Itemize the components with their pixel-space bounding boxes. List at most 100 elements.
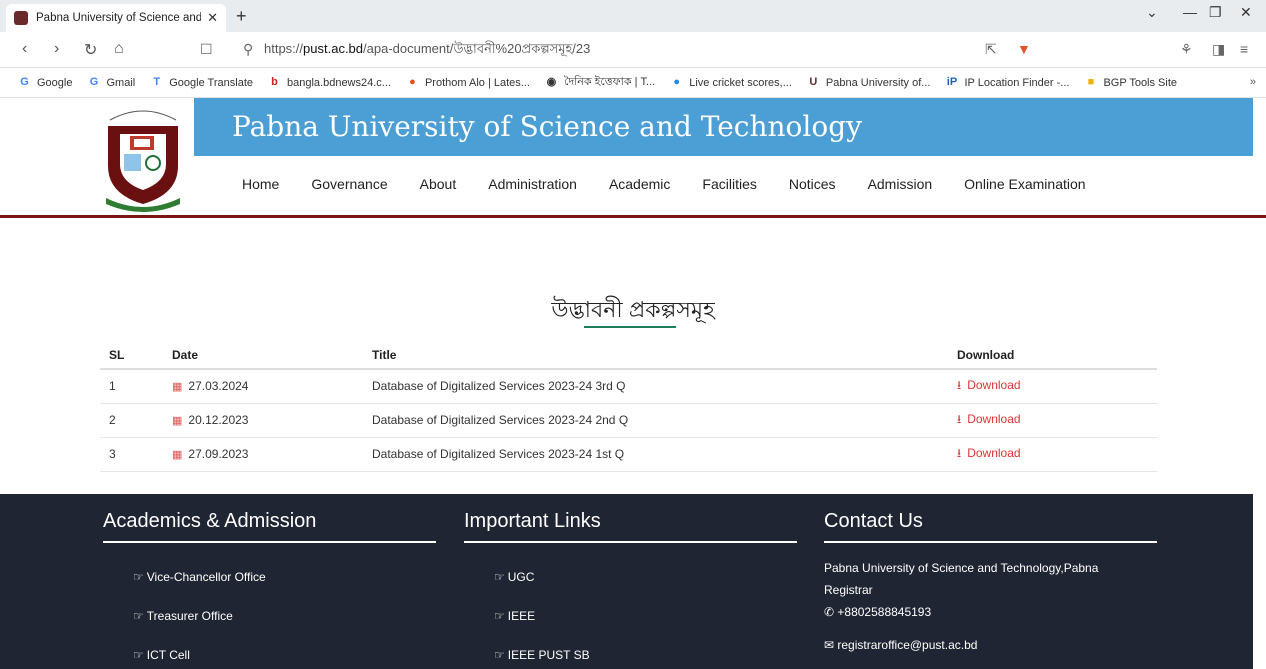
envelope-icon: ✉ — [824, 638, 838, 652]
bookmark-label: IP Location Finder -... — [964, 76, 1070, 89]
close-tab-icon[interactable]: ✕ — [207, 10, 218, 26]
table-header-row: SL Date Title Download — [100, 341, 1157, 370]
footer-contact: Contact Us — [824, 510, 1157, 543]
contact-phone[interactable]: ✆ +8802588845193 — [824, 605, 931, 619]
footer-link[interactable]: ☞ Treasurer Office — [133, 609, 233, 623]
close-window-icon[interactable]: ✕ — [1240, 4, 1252, 21]
bookmark-icon: iP — [946, 76, 958, 88]
bookmark-icon: ■ — [1087, 76, 1095, 88]
row-download: ⭳ Download — [948, 437, 1157, 472]
footer-link-label: UGC — [507, 570, 535, 584]
hand-pointer-icon: ☞ — [494, 609, 505, 623]
page-heading: উদ্ভাবনী প্রকল্পসমূহ — [551, 297, 715, 322]
nav-item[interactable]: Notices — [789, 176, 836, 192]
brave-shields-icon[interactable]: ▼ — [1017, 41, 1031, 57]
row-date: ▦ 20.12.2023 — [163, 403, 363, 438]
footer-heading-academics: Academics & Admission — [103, 510, 436, 543]
footer-heading-contact: Contact Us — [824, 510, 1157, 543]
forward-icon[interactable]: › — [54, 40, 59, 58]
footer-link[interactable]: ☞ UGC — [494, 570, 534, 584]
contact-email[interactable]: ✉ registraroffice@pust.ac.bd — [824, 638, 977, 652]
footer-link[interactable]: ☞ IEEE PUST SB — [494, 648, 590, 662]
url-prefix: https:// — [264, 41, 304, 56]
nav-item[interactable]: Governance — [311, 176, 387, 192]
footer-link-label: IEEE PUST SB — [507, 648, 590, 662]
row-title: Database of Digitalized Services 2023-24… — [363, 403, 948, 438]
nav-item[interactable]: About — [420, 176, 457, 192]
minimize-icon[interactable]: — — [1183, 4, 1197, 20]
bookmark-item[interactable]: b bangla.bdnews24.c... — [268, 76, 391, 89]
download-label: Download — [967, 445, 1021, 460]
site-header: Pabna University of Science and Technolo… — [0, 98, 1266, 218]
footer-academics: Academics & Admission — [103, 510, 436, 543]
address-bar-row: ‹ › ↻ ⌂ ☐ ⚲ https://pust.ac.bd/apa-docum… — [0, 32, 1266, 68]
bookmark-icon: U — [809, 76, 818, 88]
nav-item[interactable]: Admission — [868, 176, 933, 192]
nav-item[interactable]: Home — [242, 176, 279, 192]
nav-item[interactable]: Facilities — [702, 176, 756, 192]
download-link[interactable]: ⭳ Download — [957, 412, 1021, 426]
download-link[interactable]: ⭳ Download — [957, 378, 1021, 392]
share-icon[interactable]: ⇱ — [985, 41, 997, 58]
reload-icon[interactable]: ↻ — [84, 40, 97, 60]
download-link[interactable]: ⭳ Download — [957, 446, 1021, 460]
bookmark-item[interactable]: ◉ দৈনিক ইত্তেফাক | T... — [545, 73, 656, 92]
sidebar-icon[interactable]: ◨ — [1212, 41, 1225, 58]
footer-link[interactable]: ☞ Vice-Chancellor Office — [133, 570, 266, 584]
footer-important-links: Important Links — [464, 510, 797, 543]
header-sl: SL — [100, 341, 163, 370]
nav-item[interactable]: Online Examination — [964, 176, 1085, 192]
bookmark-item[interactable]: G Gmail — [87, 76, 136, 89]
bookmark-label: Prothom Alo | Lates... — [424, 76, 530, 89]
footer-link[interactable]: ☞ ICT Cell — [133, 648, 190, 662]
home-icon[interactable]: ⌂ — [114, 40, 124, 58]
hand-pointer-icon: ☞ — [133, 648, 144, 662]
row-date: ▦ 27.03.2024 — [163, 369, 363, 404]
bookmark-item[interactable]: ● Live cricket scores,... — [670, 76, 792, 89]
tab-search-chevron-icon[interactable]: ⌄ — [1146, 4, 1158, 21]
bookmark-item[interactable]: T Google Translate — [150, 76, 253, 89]
new-tab-icon[interactable]: + — [236, 6, 247, 27]
row-date-text: 20.12.2023 — [188, 413, 249, 427]
footer-link-label: Treasurer Office — [146, 609, 233, 623]
nav-item[interactable]: Administration — [488, 176, 577, 192]
row-sl: 1 — [100, 369, 163, 404]
bookmark-item[interactable]: G Google — [18, 76, 72, 89]
browser-tab[interactable]: Pabna University of Science and ✕ — [6, 4, 226, 32]
row-date-text: 27.03.2024 — [188, 379, 249, 394]
download-icon: ⭳ — [957, 411, 962, 426]
site-footer: Academics & Admission Important Links Co… — [0, 494, 1253, 669]
bookmarks-overflow-icon[interactable]: » — [1250, 76, 1256, 88]
footer-link-label: ICT Cell — [146, 648, 190, 662]
bookmark-icon: G — [20, 76, 29, 88]
calendar-icon: ▦ — [172, 415, 183, 427]
site-settings-icon[interactable]: ⚲ — [243, 41, 253, 58]
phone-icon: ✆ — [824, 605, 838, 619]
nav-item[interactable]: Academic — [609, 176, 670, 192]
bookmark-label: Live cricket scores,... — [689, 76, 792, 89]
footer-link-label: IEEE — [507, 609, 536, 623]
bookmark-label: bangla.bdnews24.c... — [287, 76, 391, 89]
extensions-icon[interactable]: ⚘ — [1180, 41, 1193, 58]
menu-icon[interactable]: ≡ — [1240, 41, 1248, 57]
calendar-icon: ▦ — [172, 449, 183, 461]
bookmark-item[interactable]: iP IP Location Finder -... — [945, 76, 1070, 89]
back-icon[interactable]: ‹ — [22, 40, 27, 58]
university-logo[interactable] — [96, 102, 190, 212]
bookmark-label: Gmail — [106, 76, 136, 89]
url-field[interactable]: https://pust.ac.bd/apa-document/উদ্ভাবনী… — [264, 40, 590, 61]
download-label: Download — [967, 411, 1021, 426]
bookmarks-bar: G Google G Gmail T Google Translate b bangla.bd… — [0, 68, 1266, 98]
bookmark-item[interactable]: ■ BGP Tools Site — [1084, 76, 1177, 89]
bookmark-item[interactable]: ● Prothom Alo | Lates... — [406, 76, 530, 89]
footer-link[interactable]: ☞ IEEE — [494, 609, 535, 623]
table-row: 2 ▦ 20.12.2023 Database of Digitalized Serv… — [100, 403, 1157, 438]
restore-icon[interactable]: ❐ — [1209, 4, 1222, 21]
table-row: 3 ▦ 27.09.2023 Database of Digitalized Serv… — [100, 437, 1157, 472]
bookmark-page-icon[interactable]: ☐ — [200, 41, 213, 58]
bookmark-icon: ● — [673, 76, 681, 88]
bookmark-item[interactable]: U Pabna University of... — [807, 76, 930, 89]
hand-pointer-icon: ☞ — [133, 609, 144, 623]
row-date: ▦ 27.09.2023 — [163, 437, 363, 472]
browser-tab-bar: Pabna University of Science and ✕ + ⌄ — … — [0, 0, 1266, 32]
